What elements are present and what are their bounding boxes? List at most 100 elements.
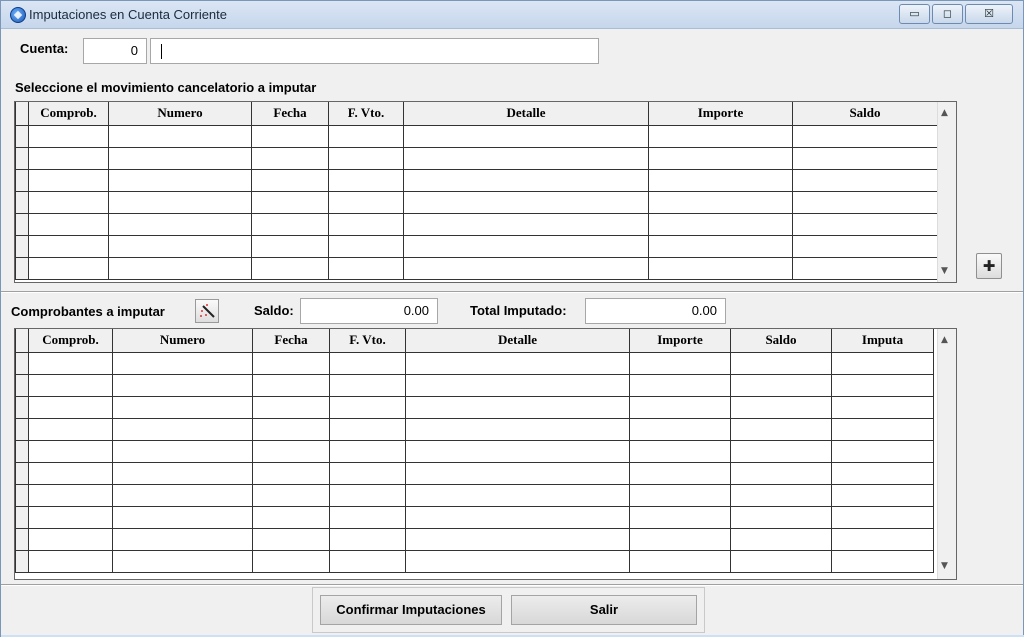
table-cell[interactable]	[405, 439, 630, 463]
table-cell[interactable]	[108, 146, 252, 170]
table-cell[interactable]	[831, 483, 934, 507]
table-cell[interactable]	[831, 417, 934, 441]
row-selector[interactable]	[15, 483, 29, 507]
table-cell[interactable]	[792, 256, 938, 280]
movimientos-vertical-scrollbar[interactable]: ▲ ▼	[937, 102, 956, 282]
table-cell[interactable]	[251, 146, 329, 170]
table-cell[interactable]	[28, 505, 113, 529]
table-cell[interactable]	[629, 439, 731, 463]
table-row[interactable]	[15, 190, 938, 214]
table-row[interactable]	[15, 527, 934, 551]
table-cell[interactable]	[629, 461, 731, 485]
table-cell[interactable]	[112, 351, 253, 375]
movimientos-grid[interactable]: Comprob. Numero Fecha F. Vto. Detalle Importe…	[14, 101, 957, 283]
table-cell[interactable]	[792, 146, 938, 170]
table-cell[interactable]	[112, 439, 253, 463]
table-cell[interactable]	[28, 527, 113, 551]
cuenta-name-input[interactable]	[150, 38, 599, 64]
table-cell[interactable]	[28, 439, 113, 463]
column-header[interactable]: Numero	[112, 329, 253, 353]
table-cell[interactable]	[329, 527, 406, 551]
row-selector[interactable]	[15, 146, 29, 170]
table-cell[interactable]	[831, 505, 934, 529]
table-cell[interactable]	[629, 549, 731, 573]
table-cell[interactable]	[831, 461, 934, 485]
table-cell[interactable]	[730, 417, 832, 441]
table-cell[interactable]	[112, 395, 253, 419]
column-header[interactable]: F. Vto.	[328, 102, 404, 126]
table-cell[interactable]	[328, 234, 404, 258]
table-cell[interactable]	[252, 549, 330, 573]
table-cell[interactable]	[28, 351, 113, 375]
table-cell[interactable]	[328, 124, 404, 148]
row-selector[interactable]	[15, 168, 29, 192]
row-selector[interactable]	[15, 212, 29, 236]
row-selector[interactable]	[15, 439, 29, 463]
column-header[interactable]: Comprob.	[28, 102, 109, 126]
table-cell[interactable]	[730, 549, 832, 573]
auto-imputar-button[interactable]	[195, 299, 219, 323]
table-row[interactable]	[15, 439, 934, 463]
table-cell[interactable]	[730, 461, 832, 485]
table-cell[interactable]	[28, 124, 109, 148]
table-row[interactable]	[15, 461, 934, 485]
table-cell[interactable]	[648, 234, 793, 258]
table-cell[interactable]	[403, 234, 649, 258]
table-cell[interactable]	[108, 256, 252, 280]
table-row[interactable]	[15, 395, 934, 419]
row-selector[interactable]	[15, 124, 29, 148]
table-cell[interactable]	[328, 212, 404, 236]
table-cell[interactable]	[28, 395, 113, 419]
table-cell[interactable]	[252, 439, 330, 463]
table-row[interactable]	[15, 483, 934, 507]
table-cell[interactable]	[403, 256, 649, 280]
table-cell[interactable]	[792, 124, 938, 148]
column-header[interactable]: Fecha	[252, 329, 330, 353]
table-cell[interactable]	[252, 373, 330, 397]
table-cell[interactable]	[251, 212, 329, 236]
table-cell[interactable]	[629, 527, 731, 551]
table-cell[interactable]	[792, 234, 938, 258]
table-cell[interactable]	[405, 483, 630, 507]
table-cell[interactable]	[28, 168, 109, 192]
table-cell[interactable]	[792, 168, 938, 192]
column-header[interactable]: Saldo	[730, 329, 832, 353]
column-header[interactable]: Detalle	[405, 329, 630, 353]
table-cell[interactable]	[28, 256, 109, 280]
table-cell[interactable]	[108, 190, 252, 214]
table-cell[interactable]	[252, 461, 330, 485]
table-cell[interactable]	[112, 483, 253, 507]
table-cell[interactable]	[329, 417, 406, 441]
table-cell[interactable]	[28, 373, 113, 397]
table-cell[interactable]	[629, 417, 731, 441]
table-cell[interactable]	[28, 483, 113, 507]
table-row[interactable]	[15, 549, 934, 573]
table-cell[interactable]	[112, 527, 253, 551]
comprobantes-grid[interactable]: Comprob. Numero Fecha F. Vto. Detalle Importe…	[14, 328, 957, 580]
column-header[interactable]: Importe	[648, 102, 793, 126]
column-header[interactable]: Comprob.	[28, 329, 113, 353]
table-cell[interactable]	[28, 234, 109, 258]
table-cell[interactable]	[648, 212, 793, 236]
table-cell[interactable]	[251, 168, 329, 192]
table-cell[interactable]	[648, 190, 793, 214]
table-cell[interactable]	[403, 168, 649, 192]
table-cell[interactable]	[403, 146, 649, 170]
table-row[interactable]	[15, 351, 934, 375]
table-cell[interactable]	[329, 549, 406, 573]
column-header[interactable]: Imputa	[831, 329, 934, 353]
table-row[interactable]	[15, 256, 938, 280]
row-selector[interactable]	[15, 190, 29, 214]
table-cell[interactable]	[112, 461, 253, 485]
maximize-button[interactable]: ◻	[932, 4, 963, 24]
cuenta-code-input[interactable]: 0	[83, 38, 147, 64]
scroll-up-icon[interactable]: ▲	[941, 335, 948, 345]
table-cell[interactable]	[252, 351, 330, 375]
table-cell[interactable]	[405, 373, 630, 397]
table-cell[interactable]	[730, 527, 832, 551]
row-selector[interactable]	[15, 417, 29, 441]
table-cell[interactable]	[28, 461, 113, 485]
row-selector[interactable]	[15, 351, 29, 375]
table-cell[interactable]	[405, 505, 630, 529]
table-cell[interactable]	[251, 234, 329, 258]
